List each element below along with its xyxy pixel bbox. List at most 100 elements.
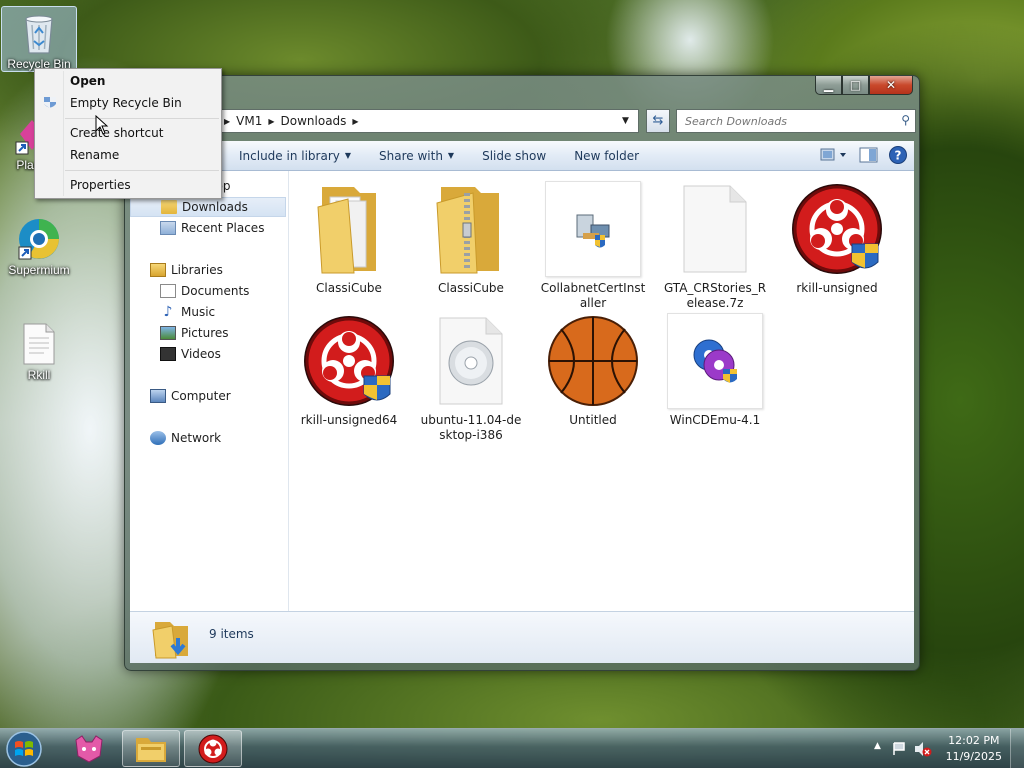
explorer-content: Desktop Downloads Recent Places Librarie… — [130, 171, 914, 613]
refresh-icon: ⇆ — [652, 113, 664, 128]
file-name: Untitled — [569, 413, 617, 427]
search-input[interactable] — [685, 114, 885, 128]
action-center-icon[interactable] — [892, 741, 908, 757]
biohazard-icon — [304, 316, 394, 406]
recent-places-icon — [160, 221, 176, 235]
nav-item-downloads[interactable]: Downloads — [130, 197, 286, 217]
nav-item-computer[interactable]: Computer — [130, 386, 286, 406]
nav-item-documents[interactable]: Documents — [130, 281, 286, 301]
mouse-pointer-icon — [95, 115, 109, 135]
thumbnail — [301, 313, 397, 409]
nav-item-libraries[interactable]: Libraries — [130, 260, 286, 280]
clock-date: 11/9/2025 — [945, 750, 1002, 763]
breadcrumb-downloads[interactable]: Downloads — [281, 114, 347, 128]
nav-item-label: Videos — [181, 347, 221, 361]
recycle-bin-icon — [25, 15, 53, 54]
file-item[interactable]: CollabnetCertInstaller — [538, 175, 648, 311]
nav-item-music[interactable]: ♪ Music — [130, 302, 286, 322]
context-menu: Open Empty Recycle Bin Create shortcut R… — [34, 68, 222, 199]
menu-item-create-shortcut[interactable]: Create shortcut — [37, 122, 219, 144]
nav-item-network[interactable]: Network — [130, 428, 286, 448]
menu-item-label: Open — [70, 74, 106, 88]
refresh-button[interactable]: ⇆ — [646, 109, 670, 133]
file-item[interactable]: ClassiCube — [294, 175, 404, 296]
biohazard-icon — [198, 734, 228, 763]
share-with-button[interactable]: Share with ▼ — [365, 149, 468, 163]
share-with-label: Share with — [379, 148, 443, 163]
thumbnail — [301, 181, 397, 277]
explorer-window[interactable]: ▁ □ ✕ ▶ VM1 ▶ Downloads ▶ ▼ ⇆ ⚲ Include … — [124, 75, 920, 671]
menu-item-rename[interactable]: Rename — [37, 144, 219, 166]
include-in-library-button[interactable]: Include in library ▼ — [225, 149, 365, 163]
nav-item-videos[interactable]: Videos — [130, 344, 286, 364]
start-button[interactable] — [4, 730, 46, 768]
taskbar-rkill[interactable] — [184, 730, 242, 767]
search-icon[interactable]: ⚲ — [901, 113, 910, 127]
show-desktop-button[interactable] — [1010, 729, 1024, 768]
close-button[interactable]: ✕ — [869, 76, 913, 95]
thumbnail — [423, 181, 519, 277]
item-count: 9 items — [209, 627, 254, 641]
videos-icon — [160, 347, 176, 361]
menu-item-label: Properties — [70, 178, 131, 192]
taskbar-plasma[interactable] — [60, 730, 118, 767]
change-view-icon[interactable] — [820, 146, 850, 164]
nav-item-label: Documents — [181, 284, 250, 298]
taskbar-explorer[interactable] — [122, 730, 180, 767]
breadcrumb-arrow-icon[interactable]: ▶ — [224, 117, 230, 126]
menu-separator — [65, 170, 219, 171]
wincdemu-icon — [693, 339, 737, 383]
help-icon[interactable]: ? — [888, 145, 908, 165]
navigation-pane: Desktop Downloads Recent Places Librarie… — [130, 171, 289, 613]
address-dropdown-icon[interactable]: ▼ — [622, 116, 629, 126]
clock[interactable]: 12:02 PM 11/9/2025 — [946, 733, 1002, 765]
nav-item-recent-places[interactable]: Recent Places — [130, 218, 286, 238]
new-folder-button[interactable]: New folder — [560, 149, 653, 163]
breadcrumb-arrow-icon[interactable]: ▶ — [268, 117, 274, 126]
file-item[interactable]: Untitled — [538, 307, 648, 428]
menu-item-properties[interactable]: Properties — [37, 174, 219, 196]
file-item[interactable]: ubuntu-11.04-desktop-i386 — [416, 307, 526, 443]
biohazard-icon — [792, 184, 882, 274]
thumbnail — [667, 181, 763, 277]
volume-muted-icon[interactable] — [914, 741, 932, 757]
installer-icon — [576, 214, 610, 248]
file-item[interactable]: WinCDEmu-4.1 — [660, 307, 770, 428]
search-box[interactable]: ⚲ — [676, 109, 916, 133]
slide-show-button[interactable]: Slide show — [468, 149, 560, 163]
desktop-icon-supermium[interactable]: Supermium — [1, 213, 77, 279]
breadcrumb-arrow-icon[interactable]: ▶ — [352, 117, 358, 126]
file-item[interactable]: rkill-unsigned — [782, 175, 892, 296]
file-item[interactable]: GTA_CRStories_Release.7z — [660, 175, 770, 311]
system-tray: ▲ 12:02 PM 11/9/2025 — [864, 729, 1024, 768]
file-item[interactable]: ClassiCube — [416, 175, 526, 296]
nav-item-label: Network — [171, 431, 222, 445]
address-row: ▶ VM1 ▶ Downloads ▶ ▼ ⇆ ⚲ — [131, 109, 916, 133]
close-icon: ✕ — [885, 78, 897, 92]
nav-item-pictures[interactable]: Pictures — [130, 323, 286, 343]
thumbnail — [667, 313, 763, 409]
maximize-button[interactable]: □ — [842, 76, 869, 95]
file-grid: ClassiCube ClassiCube CollabnetCertInsta… — [290, 171, 914, 613]
music-icon: ♪ — [163, 304, 173, 320]
preview-pane-icon[interactable] — [858, 146, 880, 164]
downloads-folder-icon — [161, 200, 177, 214]
downloads-folder-icon — [152, 622, 188, 659]
file-name: rkill-unsigned64 — [300, 413, 398, 427]
blank-file-icon — [683, 185, 747, 273]
menu-item-empty-recycle-bin[interactable]: Empty Recycle Bin — [37, 92, 219, 114]
breadcrumb-vm1[interactable]: VM1 — [236, 114, 262, 128]
desktop-icon-recycle-bin[interactable]: Recycle Bin — [1, 6, 77, 72]
minimize-button[interactable]: ▁ — [815, 76, 842, 95]
nav-item-label: Recent Places — [181, 221, 265, 235]
thumbnail — [545, 181, 641, 277]
shield-icon — [44, 97, 56, 108]
menu-item-open[interactable]: Open — [37, 70, 219, 92]
include-in-library-label: Include in library — [239, 148, 340, 163]
windows-orb-icon — [6, 731, 42, 767]
command-bar: Include in library ▼ Share with ▼ Slide sh… — [130, 141, 914, 171]
show-hidden-icons-icon[interactable]: ▲ — [874, 741, 881, 751]
minimize-icon: ▁ — [823, 78, 834, 92]
desktop-icon-rkill[interactable]: Rkill — [1, 318, 77, 384]
file-item[interactable]: rkill-unsigned64 — [294, 307, 404, 428]
